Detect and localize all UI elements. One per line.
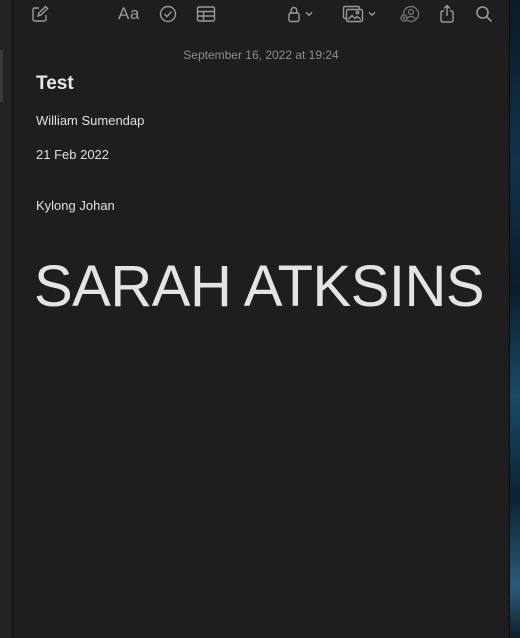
share-icon <box>439 4 455 24</box>
lock-button[interactable] <box>287 3 313 25</box>
desktop-wallpaper-edge <box>509 0 520 638</box>
note-editor[interactable]: Test William Sumendap 21 Feb 2022 Kylong… <box>34 70 496 319</box>
sidebar-resize-handle[interactable] <box>0 50 3 102</box>
collaborate-button[interactable] <box>399 3 421 25</box>
note-large-text[interactable]: SARAH ATKSINS <box>34 252 485 322</box>
lock-icon <box>287 5 301 23</box>
toolbar: Aa <box>13 0 509 30</box>
note-line[interactable]: 21 Feb 2022 <box>36 147 109 162</box>
compose-button[interactable] <box>31 3 49 25</box>
format-text-icon: Aa <box>118 4 140 23</box>
table-button[interactable] <box>196 3 216 25</box>
notes-window: Aa September 16, 2022 at 19:24 Test Will… <box>0 0 520 638</box>
checklist-icon <box>159 5 177 23</box>
format-text-button[interactable]: Aa <box>118 3 140 25</box>
checklist-button[interactable] <box>159 3 177 25</box>
chevron-down-icon <box>368 11 376 17</box>
note-line[interactable]: William Sumendap <box>36 113 144 128</box>
table-icon <box>196 5 216 23</box>
note-title[interactable]: Test <box>36 70 496 98</box>
compose-icon <box>31 5 49 23</box>
note-pane: Aa September 16, 2022 at 19:24 Test Will… <box>13 0 509 638</box>
collaborate-icon <box>399 5 421 23</box>
chevron-down-icon <box>305 11 313 17</box>
share-button[interactable] <box>439 3 455 25</box>
media-icon <box>342 5 364 23</box>
note-timestamp: September 16, 2022 at 19:24 <box>183 48 339 62</box>
media-button[interactable] <box>342 3 376 25</box>
search-icon <box>475 5 493 23</box>
sidebar-edge <box>0 0 13 638</box>
note-line[interactable]: Kylong Johan <box>36 198 115 213</box>
search-button[interactable] <box>475 3 493 25</box>
